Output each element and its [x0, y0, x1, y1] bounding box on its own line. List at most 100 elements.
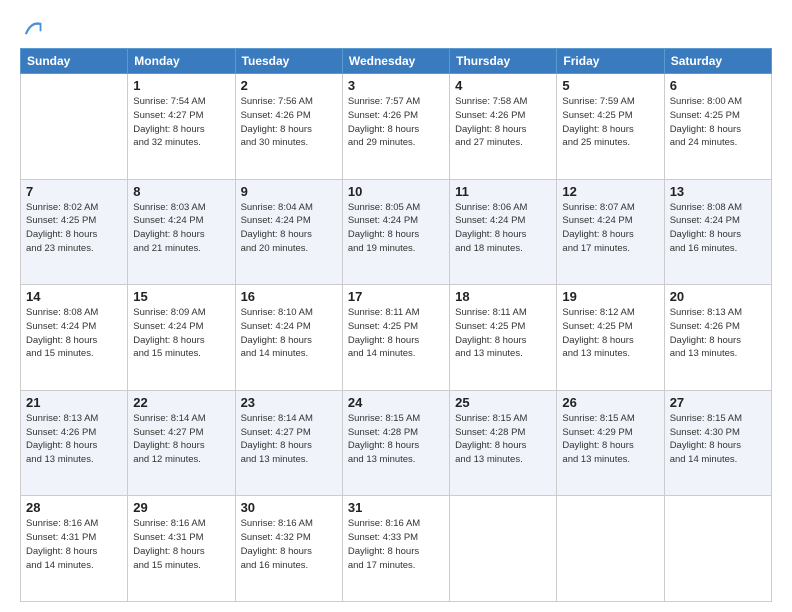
day-info: Sunrise: 8:14 AM Sunset: 4:27 PM Dayligh… [241, 412, 337, 467]
day-number: 8 [133, 184, 229, 199]
calendar-cell: 15Sunrise: 8:09 AM Sunset: 4:24 PM Dayli… [128, 285, 235, 391]
calendar-header-row: SundayMondayTuesdayWednesdayThursdayFrid… [21, 49, 772, 74]
day-number: 28 [26, 500, 122, 515]
day-number: 1 [133, 78, 229, 93]
day-info: Sunrise: 8:06 AM Sunset: 4:24 PM Dayligh… [455, 201, 551, 256]
day-number: 25 [455, 395, 551, 410]
calendar-cell: 31 Sunrise: 8:16 AM Sunset: 4:33 PM Dayli… [342, 496, 449, 602]
day-info: Sunrise: 8:07 AM Sunset: 4:24 PM Dayligh… [562, 201, 658, 256]
calendar-cell [664, 496, 771, 602]
calendar-cell: 30 Sunrise: 8:16 AM Sunset: 4:32 PM Dayli… [235, 496, 342, 602]
day-info: Sunrise: 8:16 AM Sunset: 4:32 PM Dayligh… [241, 517, 337, 572]
day-number: 24 [348, 395, 444, 410]
day-info: Sunrise: 8:08 AM Sunset: 4:24 PM Dayligh… [26, 306, 122, 361]
day-number: 22 [133, 395, 229, 410]
top-section [20, 18, 772, 40]
calendar-cell: 8 Sunrise: 8:03 AM Sunset: 4:24 PM Daylig… [128, 179, 235, 285]
calendar-cell: 12 Sunrise: 8:07 AM Sunset: 4:24 PM Dayli… [557, 179, 664, 285]
day-number: 5 [562, 78, 658, 93]
calendar-week-row: 21 Sunrise: 8:13 AM Sunset: 4:26 PM Dayli… [21, 390, 772, 496]
calendar-cell: 20 Sunrise: 8:13 AM Sunset: 4:26 PM Dayli… [664, 285, 771, 391]
calendar-cell: 3Sunrise: 7:57 AM Sunset: 4:26 PM Daylig… [342, 74, 449, 180]
day-number: 10 [348, 184, 444, 199]
day-number: 30 [241, 500, 337, 515]
day-number: 9 [241, 184, 337, 199]
day-info: Sunrise: 8:13 AM Sunset: 4:26 PM Dayligh… [26, 412, 122, 467]
day-info: Sunrise: 8:15 AM Sunset: 4:28 PM Dayligh… [455, 412, 551, 467]
day-info: Sunrise: 8:05 AM Sunset: 4:24 PM Dayligh… [348, 201, 444, 256]
day-number: 20 [670, 289, 766, 304]
calendar-cell: 29 Sunrise: 8:16 AM Sunset: 4:31 PM Dayli… [128, 496, 235, 602]
calendar-week-row: 14 Sunrise: 8:08 AM Sunset: 4:24 PM Dayli… [21, 285, 772, 391]
day-info: Sunrise: 7:59 AM Sunset: 4:25 PM Dayligh… [562, 95, 658, 150]
calendar-cell: 21 Sunrise: 8:13 AM Sunset: 4:26 PM Dayli… [21, 390, 128, 496]
calendar-cell [450, 496, 557, 602]
calendar-cell: 27 Sunrise: 8:15 AM Sunset: 4:30 PM Dayli… [664, 390, 771, 496]
calendar-week-row: 1 Sunrise: 7:54 AM Sunset: 4:27 PM Daylig… [21, 74, 772, 180]
page: SundayMondayTuesdayWednesdayThursdayFrid… [0, 0, 792, 612]
day-info: Sunrise: 8:16 AM Sunset: 4:31 PM Dayligh… [133, 517, 229, 572]
day-info: Sunrise: 7:57 AM Sunset: 4:26 PM Dayligh… [348, 95, 444, 150]
calendar-cell: 23 Sunrise: 8:14 AM Sunset: 4:27 PM Dayli… [235, 390, 342, 496]
logo-icon [20, 18, 42, 40]
day-info: Sunrise: 8:16 AM Sunset: 4:33 PM Dayligh… [348, 517, 444, 572]
weekday-header: Tuesday [235, 49, 342, 74]
calendar-cell: 19 Sunrise: 8:12 AM Sunset: 4:25 PM Dayli… [557, 285, 664, 391]
day-number: 14 [26, 289, 122, 304]
day-info: Sunrise: 8:00 AM Sunset: 4:25 PM Dayligh… [670, 95, 766, 150]
calendar-cell: 13 Sunrise: 8:08 AM Sunset: 4:24 PM Dayli… [664, 179, 771, 285]
day-info: Sunrise: 8:08 AM Sunset: 4:24 PM Dayligh… [670, 201, 766, 256]
day-info: Sunrise: 8:04 AM Sunset: 4:24 PM Dayligh… [241, 201, 337, 256]
day-number: 18 [455, 289, 551, 304]
calendar-cell: 11 Sunrise: 8:06 AM Sunset: 4:24 PM Dayli… [450, 179, 557, 285]
day-number: 16 [241, 289, 337, 304]
calendar-cell: 24 Sunrise: 8:15 AM Sunset: 4:28 PM Dayli… [342, 390, 449, 496]
day-info: Sunrise: 8:12 AM Sunset: 4:25 PM Dayligh… [562, 306, 658, 361]
day-number: 31 [348, 500, 444, 515]
day-info: Sunrise: 7:54 AM Sunset: 4:27 PM Dayligh… [133, 95, 229, 150]
calendar-week-row: 7Sunrise: 8:02 AM Sunset: 4:25 PM Daylig… [21, 179, 772, 285]
calendar-cell [557, 496, 664, 602]
calendar-cell: 7Sunrise: 8:02 AM Sunset: 4:25 PM Daylig… [21, 179, 128, 285]
calendar-week-row: 28 Sunrise: 8:16 AM Sunset: 4:31 PM Dayli… [21, 496, 772, 602]
calendar-cell: 18Sunrise: 8:11 AM Sunset: 4:25 PM Dayli… [450, 285, 557, 391]
day-info: Sunrise: 8:09 AM Sunset: 4:24 PM Dayligh… [133, 306, 229, 361]
weekday-header: Wednesday [342, 49, 449, 74]
calendar-cell: 22 Sunrise: 8:14 AM Sunset: 4:27 PM Dayli… [128, 390, 235, 496]
day-number: 21 [26, 395, 122, 410]
weekday-header: Sunday [21, 49, 128, 74]
day-number: 23 [241, 395, 337, 410]
day-number: 19 [562, 289, 658, 304]
calendar-cell: 16 Sunrise: 8:10 AM Sunset: 4:24 PM Dayli… [235, 285, 342, 391]
day-info: Sunrise: 8:15 AM Sunset: 4:29 PM Dayligh… [562, 412, 658, 467]
calendar-cell: 10 Sunrise: 8:05 AM Sunset: 4:24 PM Dayli… [342, 179, 449, 285]
day-info: Sunrise: 8:03 AM Sunset: 4:24 PM Dayligh… [133, 201, 229, 256]
day-number: 11 [455, 184, 551, 199]
day-info: Sunrise: 8:11 AM Sunset: 4:25 PM Dayligh… [348, 306, 444, 361]
day-number: 26 [562, 395, 658, 410]
calendar-cell: 17 Sunrise: 8:11 AM Sunset: 4:25 PM Dayli… [342, 285, 449, 391]
calendar-cell: 6Sunrise: 8:00 AM Sunset: 4:25 PM Daylig… [664, 74, 771, 180]
weekday-header: Saturday [664, 49, 771, 74]
calendar-cell: 26 Sunrise: 8:15 AM Sunset: 4:29 PM Dayli… [557, 390, 664, 496]
day-info: Sunrise: 8:15 AM Sunset: 4:30 PM Dayligh… [670, 412, 766, 467]
day-info: Sunrise: 7:56 AM Sunset: 4:26 PM Dayligh… [241, 95, 337, 150]
day-info: Sunrise: 8:16 AM Sunset: 4:31 PM Dayligh… [26, 517, 122, 572]
calendar-cell: 2 Sunrise: 7:56 AM Sunset: 4:26 PM Daylig… [235, 74, 342, 180]
day-number: 17 [348, 289, 444, 304]
day-number: 27 [670, 395, 766, 410]
weekday-header: Monday [128, 49, 235, 74]
day-info: Sunrise: 8:10 AM Sunset: 4:24 PM Dayligh… [241, 306, 337, 361]
weekday-header: Thursday [450, 49, 557, 74]
day-number: 13 [670, 184, 766, 199]
day-info: Sunrise: 8:15 AM Sunset: 4:28 PM Dayligh… [348, 412, 444, 467]
day-number: 2 [241, 78, 337, 93]
day-number: 29 [133, 500, 229, 515]
calendar-cell: 9 Sunrise: 8:04 AM Sunset: 4:24 PM Daylig… [235, 179, 342, 285]
day-number: 4 [455, 78, 551, 93]
day-info: Sunrise: 8:14 AM Sunset: 4:27 PM Dayligh… [133, 412, 229, 467]
day-info: Sunrise: 8:13 AM Sunset: 4:26 PM Dayligh… [670, 306, 766, 361]
calendar-cell: 4 Sunrise: 7:58 AM Sunset: 4:26 PM Daylig… [450, 74, 557, 180]
day-info: Sunrise: 7:58 AM Sunset: 4:26 PM Dayligh… [455, 95, 551, 150]
day-number: 12 [562, 184, 658, 199]
